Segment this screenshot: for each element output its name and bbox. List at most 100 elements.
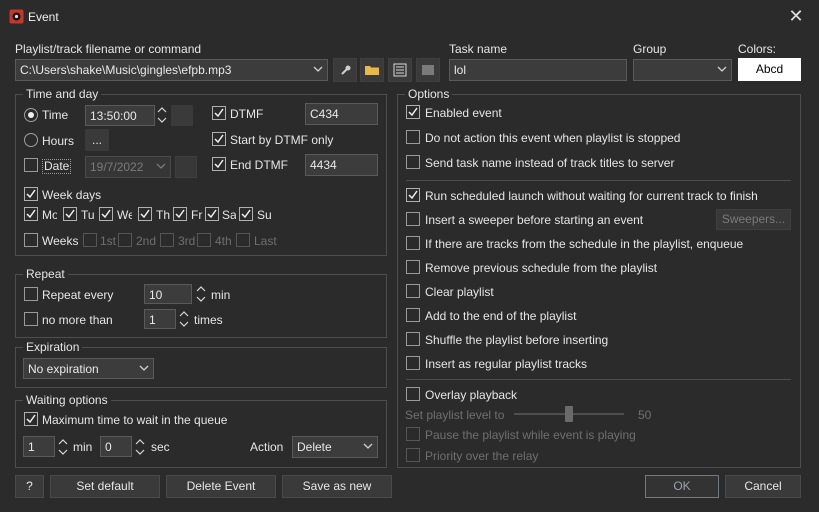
save-as-new-button[interactable]: Save as new [282, 475, 392, 498]
start-by-dtmf-label: Start by DTMF only [230, 133, 334, 147]
check-icon [140, 209, 150, 219]
check-icon [241, 209, 251, 219]
no-more-than-checkbox[interactable] [24, 312, 38, 326]
dtmf-input[interactable]: C434 [305, 103, 378, 125]
run-without-wait-checkbox[interactable] [406, 188, 420, 202]
add-end-checkbox[interactable] [406, 308, 420, 322]
week-4th-checkbox[interactable] [197, 233, 211, 247]
expiration-combo[interactable]: No expiration [23, 358, 154, 379]
insert-regular-checkbox[interactable] [406, 356, 420, 370]
check-icon [408, 107, 418, 117]
cancel-button[interactable]: Cancel [725, 475, 801, 498]
no-more-than-input[interactable]: 1 [144, 309, 176, 329]
check-icon [408, 190, 418, 200]
hours-radio[interactable] [24, 133, 38, 147]
send-task-name-checkbox[interactable] [406, 155, 420, 169]
week-2nd-checkbox[interactable] [118, 233, 132, 247]
wait-sec-input[interactable]: 0 [100, 436, 132, 457]
sweepers-button[interactable]: Sweepers... [716, 209, 791, 230]
overlay-playback-checkbox[interactable] [406, 387, 420, 401]
week-2nd-label: 2nd [136, 234, 157, 248]
monitor-button[interactable] [416, 58, 440, 82]
check-icon [26, 189, 36, 199]
wait-min-input[interactable]: 1 [23, 436, 55, 457]
help-button[interactable]: ? [15, 475, 44, 498]
spin-up-down-icon[interactable] [156, 104, 168, 126]
delete-event-button[interactable]: Delete Event [166, 475, 276, 498]
chevron-down-icon [139, 365, 149, 371]
pause-playlist-checkbox[interactable] [406, 427, 420, 441]
time-and-day-title: Time and day [23, 87, 102, 101]
playlist-combo[interactable]: C:\Users\shake\Music\gingles\efpb.mp3 [15, 59, 328, 81]
priority-relay-checkbox[interactable] [406, 448, 420, 462]
date-picker[interactable]: 19/7/2022 [85, 156, 171, 178]
date-checkbox[interactable] [24, 158, 38, 172]
day-tu-label: Tu [81, 208, 95, 222]
week-3rd-checkbox[interactable] [160, 233, 174, 247]
repeat-every-label: Repeat every [42, 288, 114, 302]
shuffle-checkbox[interactable] [406, 332, 420, 346]
weeks-checkbox[interactable] [24, 233, 38, 247]
playlist-level-thumb[interactable] [565, 406, 573, 422]
no-action-stopped-checkbox[interactable] [406, 130, 420, 144]
playlist-list-button[interactable] [388, 58, 412, 82]
set-default-button[interactable]: Set default [50, 475, 160, 498]
action-combo[interactable]: Delete [292, 436, 378, 458]
start-by-dtmf-checkbox[interactable] [212, 132, 226, 146]
day-tu-checkbox[interactable] [63, 207, 77, 221]
week-1st-checkbox[interactable] [83, 233, 97, 247]
enabled-event-label: Enabled event [425, 106, 502, 120]
end-dtmf-input[interactable]: 4434 [305, 154, 378, 176]
dtmf-checkbox[interactable] [212, 106, 226, 120]
group-combo[interactable] [633, 59, 732, 81]
day-fr-checkbox[interactable] [173, 207, 187, 221]
repeat-every-unit: min [211, 288, 231, 302]
week-days-checkbox[interactable] [24, 187, 38, 201]
action-label: Action [250, 440, 284, 454]
playlist-level-value: 50 [638, 408, 652, 422]
week-last-checkbox[interactable] [236, 233, 250, 247]
task-name-input[interactable]: lol [449, 59, 627, 81]
day-mo-label: Mo [42, 208, 57, 222]
open-folder-button[interactable] [360, 58, 384, 82]
time-input[interactable]: 13:50:00 [85, 105, 155, 126]
time-extra-button[interactable] [171, 105, 193, 126]
spin-up-down-icon[interactable] [178, 308, 190, 330]
repeat-every-input[interactable]: 10 [144, 284, 192, 304]
expiration-title: Expiration [23, 340, 83, 354]
app-icon [9, 9, 24, 24]
ok-button[interactable]: OK [645, 475, 719, 498]
check-icon [175, 209, 185, 219]
window-title: Event [28, 10, 59, 24]
day-mo-checkbox[interactable] [24, 207, 38, 221]
day-we-checkbox[interactable] [99, 207, 113, 221]
options-divider-2 [406, 379, 791, 380]
check-icon [26, 414, 36, 424]
day-fr-label: Fr [191, 208, 203, 222]
clear-playlist-checkbox[interactable] [406, 284, 420, 298]
remove-previous-checkbox[interactable] [406, 260, 420, 274]
spin-up-down-icon[interactable] [57, 436, 69, 458]
insert-sweeper-checkbox[interactable] [406, 212, 420, 226]
spin-up-down-icon[interactable] [195, 283, 207, 305]
group-label: Group [633, 42, 667, 56]
enqueue-checkbox[interactable] [406, 236, 420, 250]
date-extra-button[interactable] [175, 156, 197, 178]
day-we-label: We [117, 208, 132, 222]
day-su-checkbox[interactable] [239, 207, 253, 221]
day-sa-checkbox[interactable] [205, 207, 219, 221]
hours-select-button[interactable]: ... [85, 129, 109, 151]
time-radio[interactable] [24, 108, 38, 122]
folder-icon [365, 66, 379, 75]
spin-up-down-icon[interactable] [134, 436, 146, 458]
enabled-event-checkbox[interactable] [406, 105, 420, 119]
close-icon[interactable]: ✕ [786, 6, 806, 26]
expiration-value: No expiration [28, 362, 99, 376]
color-sample-button[interactable]: Abcd [738, 58, 801, 81]
end-dtmf-checkbox[interactable] [212, 157, 226, 171]
microphone-button[interactable] [333, 58, 357, 82]
max-wait-checkbox[interactable] [24, 412, 38, 426]
repeat-every-checkbox[interactable] [24, 287, 38, 301]
dtmf-label: DTMF [230, 107, 264, 121]
day-th-checkbox[interactable] [138, 207, 152, 221]
